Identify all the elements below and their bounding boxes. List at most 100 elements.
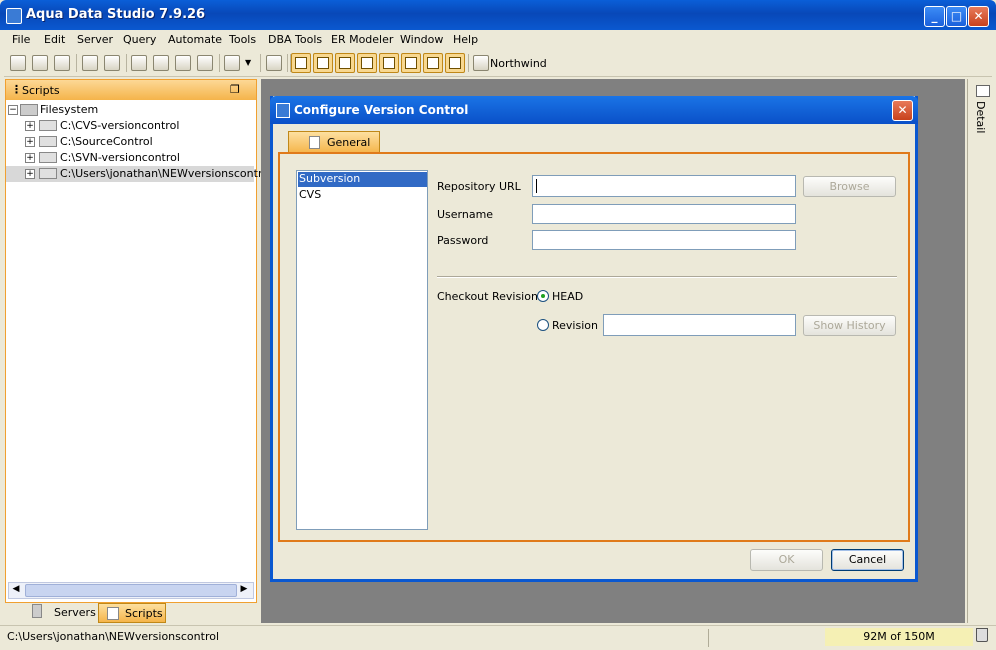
layout-2-icon[interactable] [313, 53, 333, 73]
drive-icon [39, 136, 57, 147]
tab-scripts[interactable]: Scripts [98, 603, 166, 623]
compare-icon[interactable] [197, 55, 213, 71]
dialog-title-bar: Configure Version Control ✕ [270, 96, 918, 124]
tab-general[interactable]: General [288, 131, 380, 153]
tab-scripts-label: Scripts [125, 607, 163, 620]
tree-item-label: C:\Users\jonathan\NEWversionscontrol [60, 167, 273, 180]
detail-strip: Detail [967, 79, 996, 623]
layout-1-icon[interactable] [291, 53, 311, 73]
query-analyzer-icon[interactable] [153, 55, 169, 71]
layout-5-icon[interactable] [379, 53, 399, 73]
grip-icon: ⋮ [11, 83, 22, 96]
maximize-button[interactable]: □ [946, 6, 967, 27]
menu-automate[interactable]: Automate [168, 33, 222, 46]
scroll-right-icon[interactable]: ▶ [237, 583, 251, 596]
new-script-icon[interactable] [10, 55, 26, 71]
tree-root[interactable]: − Filesystem [6, 102, 254, 118]
layout-3-icon[interactable] [335, 53, 355, 73]
checkout-revision-label: Checkout Revision [437, 290, 538, 303]
tree-item[interactable]: + C:\SVN-versioncontrol [6, 150, 254, 166]
tab-servers[interactable]: Servers [16, 603, 96, 623]
browse-button[interactable]: Browse [803, 176, 896, 197]
expand-icon[interactable]: + [25, 137, 35, 147]
menu-query[interactable]: Query [123, 33, 156, 46]
drive-icon [39, 120, 57, 131]
menu-window[interactable]: Window [400, 33, 443, 46]
revision-input[interactable] [603, 314, 796, 336]
layout-8-icon[interactable] [445, 53, 465, 73]
show-history-button[interactable]: Show History [803, 315, 896, 336]
layout-6-icon[interactable] [401, 53, 421, 73]
expand-icon[interactable]: + [25, 153, 35, 163]
tree-item-label: C:\SourceControl [60, 135, 153, 148]
revision-radio[interactable] [537, 319, 549, 331]
menu-file[interactable]: File [12, 33, 30, 46]
toolbar: ▼ Northwind [4, 51, 992, 77]
query-window-icon[interactable] [131, 55, 147, 71]
menu-er-modeler[interactable]: ER Modeler [331, 33, 393, 46]
drive-icon [39, 168, 57, 179]
disconnect-icon[interactable] [104, 55, 120, 71]
menu-server[interactable]: Server [77, 33, 113, 46]
dialog-close-button[interactable]: ✕ [892, 100, 913, 121]
tree-root-label: Filesystem [40, 103, 99, 116]
head-radio-label[interactable]: HEAD [552, 290, 583, 303]
garbage-collect-icon[interactable] [976, 628, 988, 642]
open-script-icon[interactable] [32, 55, 48, 71]
provider-cvs[interactable]: CVS [298, 188, 427, 203]
menu-help[interactable]: Help [453, 33, 478, 46]
print-icon[interactable] [266, 55, 282, 71]
tree-item-label: C:\SVN-versioncontrol [60, 151, 180, 164]
ok-button[interactable]: OK [750, 549, 823, 571]
collapse-icon[interactable]: − [8, 105, 18, 115]
restore-panel-icon[interactable]: ❐ [230, 83, 240, 96]
tree-item[interactable]: + C:\CVS-versioncontrol [6, 118, 254, 134]
scripts-panel-header: ⋮ Scripts ❐ [6, 80, 256, 100]
menu-tools[interactable]: Tools [229, 33, 256, 46]
detail-icon[interactable] [976, 85, 990, 97]
head-radio[interactable] [537, 290, 549, 302]
expand-icon[interactable]: + [25, 169, 35, 179]
general-tab-icon [309, 136, 320, 149]
memory-indicator[interactable]: 92M of 150M [825, 628, 973, 646]
password-input[interactable] [532, 230, 796, 250]
scroll-thumb[interactable] [25, 584, 237, 597]
history-icon[interactable] [224, 55, 240, 71]
layout-7-icon[interactable] [423, 53, 443, 73]
cancel-button[interactable]: Cancel [831, 549, 904, 571]
horizontal-scrollbar[interactable]: ◀ ▶ [8, 582, 254, 599]
dropdown-arrow-icon[interactable]: ▼ [245, 58, 261, 74]
tab-general-label: General [327, 136, 371, 149]
divider [437, 276, 897, 278]
close-button[interactable]: ✕ [968, 6, 989, 27]
scripts-panel-title: Scripts [22, 84, 60, 97]
filesystem-icon [20, 104, 38, 116]
menu-dba-tools[interactable]: DBA Tools [268, 33, 322, 46]
dialog-title: Configure Version Control [294, 103, 469, 117]
username-input[interactable] [532, 204, 796, 224]
provider-subversion[interactable]: Subversion [298, 172, 427, 187]
minimize-button[interactable]: _ [924, 6, 945, 27]
repository-url-input[interactable] [532, 175, 796, 197]
menu-edit[interactable]: Edit [44, 33, 65, 46]
drive-icon [39, 152, 57, 163]
detail-tab-label[interactable]: Detail [974, 101, 987, 133]
window-title-bar: Aqua Data Studio 7.9.26 _ □ ✕ [0, 0, 996, 30]
layout-4-icon[interactable] [357, 53, 377, 73]
provider-list[interactable]: Subversion CVS [296, 170, 428, 530]
tree-item-selected[interactable]: + C:\Users\jonathan\NEWversionscontrol [6, 166, 272, 182]
expand-icon[interactable]: + [25, 121, 35, 131]
password-label: Password [437, 234, 489, 247]
save-script-icon[interactable] [54, 55, 70, 71]
connect-icon[interactable] [82, 55, 98, 71]
menu-bar: File Edit Server Query Automate Tools DB… [4, 30, 992, 50]
text-cursor [536, 179, 537, 193]
current-server-label[interactable]: Northwind [490, 57, 547, 70]
visual-query-icon[interactable] [175, 55, 191, 71]
scroll-left-icon[interactable]: ◀ [9, 583, 23, 596]
dialog-app-icon [276, 103, 290, 118]
revision-radio-label[interactable]: Revision [552, 319, 598, 332]
status-path: C:\Users\jonathan\NEWversionscontrol [7, 630, 220, 643]
window-title: Aqua Data Studio 7.9.26 [26, 7, 206, 22]
tree-item[interactable]: + C:\SourceControl [6, 134, 254, 150]
